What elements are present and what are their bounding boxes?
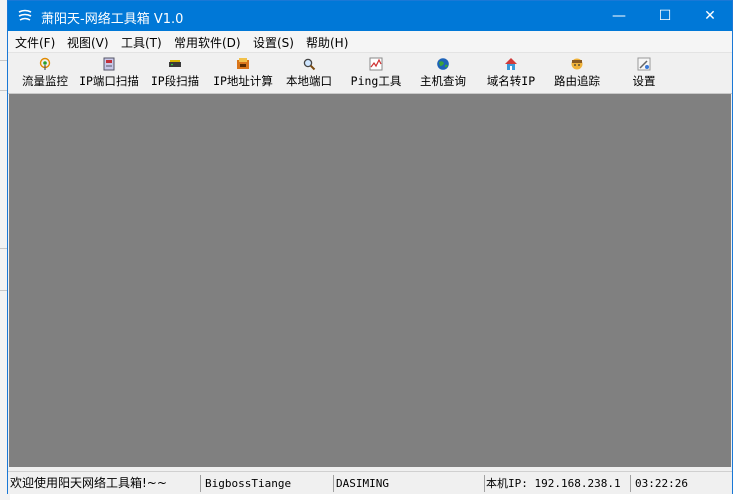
status-welcome: 欢迎使用阳天网络工具箱!~~ (10, 475, 201, 492)
menu-file[interactable]: 文件(F) (15, 34, 55, 51)
tool-ping[interactable]: Ping工具 (348, 55, 404, 91)
tool-settings[interactable]: 设置 (626, 55, 662, 91)
status-user: BigbossTiange (205, 475, 334, 492)
tool-label: 本地端口 (286, 74, 332, 88)
tool-ip-range-scan[interactable]: IP段扫描 (148, 55, 202, 91)
tool-label: 域名转IP (486, 74, 536, 88)
calculator-icon (237, 58, 249, 69)
close-button[interactable]: ✕ (687, 1, 733, 31)
tool-label: Ping工具 (350, 74, 402, 88)
minimize-button[interactable]: — (596, 1, 642, 31)
tool-label: 路由追踪 (554, 74, 600, 88)
route-face-icon (571, 58, 583, 70)
window-title: 萧阳天-网络工具箱 V1.0 (41, 12, 184, 27)
menu-help[interactable]: 帮助(H) (306, 34, 348, 51)
tool-label: 主机查询 (420, 74, 466, 88)
network-device-icon (169, 60, 181, 67)
menu-view[interactable]: 视图(V) (67, 34, 109, 51)
tool-route-trace[interactable]: 路由追踪 (549, 55, 605, 91)
status-local-ip: 本机IP: 192.168.238.1 (486, 475, 631, 492)
tool-label: IP端口扫描 (79, 74, 139, 88)
home-icon (505, 58, 517, 70)
globe-icon (437, 58, 449, 70)
menu-bar: 文件(F) 视图(V) 工具(T) 常用软件(D) 设置(S) 帮助(H) (8, 31, 732, 53)
magnifier-icon (303, 58, 316, 71)
toolbar: 流量监控 IP端口扫描 IP段扫描 IP地址计算 本地端口 Ping工具 主机查… (8, 53, 732, 94)
tool-label: 流量监控 (22, 74, 68, 88)
title-bar[interactable]: 萧阳天-网络工具箱 V1.0 — ☐ ✕ (8, 1, 732, 31)
status-time: 03:22:26 (635, 477, 688, 490)
tool-label: IP地址计算 (213, 74, 273, 88)
antenna-icon (39, 57, 51, 70)
tool-ip-port-scan[interactable]: IP端口扫描 (77, 55, 141, 91)
status-bar: 欢迎使用阳天网络工具箱!~~ BigbossTiange DASIMING 本机… (8, 471, 732, 494)
maximize-button[interactable]: ☐ (642, 1, 688, 31)
ping-chart-icon (369, 57, 383, 71)
app-logo-icon (17, 8, 33, 24)
status-computer: DASIMING (336, 475, 485, 492)
tool-host-lookup[interactable]: 主机查询 (415, 55, 471, 91)
tool-local-ports[interactable]: 本地端口 (281, 55, 337, 91)
app-window: 萧阳天-网络工具箱 V1.0 — ☐ ✕ 文件(F) 视图(V) 工具(T) 常… (7, 0, 733, 494)
menu-settings[interactable]: 设置(S) (253, 34, 294, 51)
tool-traffic-monitor[interactable]: 流量监控 (15, 55, 75, 91)
tool-ip-calculator[interactable]: IP地址计算 (210, 55, 276, 91)
tool-label: IP段扫描 (150, 74, 200, 88)
menu-software[interactable]: 常用软件(D) (174, 34, 241, 51)
tool-label: 设置 (632, 74, 656, 88)
settings-icon (637, 57, 651, 71)
menu-tools[interactable]: 工具(T) (121, 34, 162, 51)
mdi-client-area[interactable] (9, 94, 731, 467)
scanner-icon (103, 57, 115, 71)
tool-domain-to-ip[interactable]: 域名转IP (482, 55, 540, 91)
